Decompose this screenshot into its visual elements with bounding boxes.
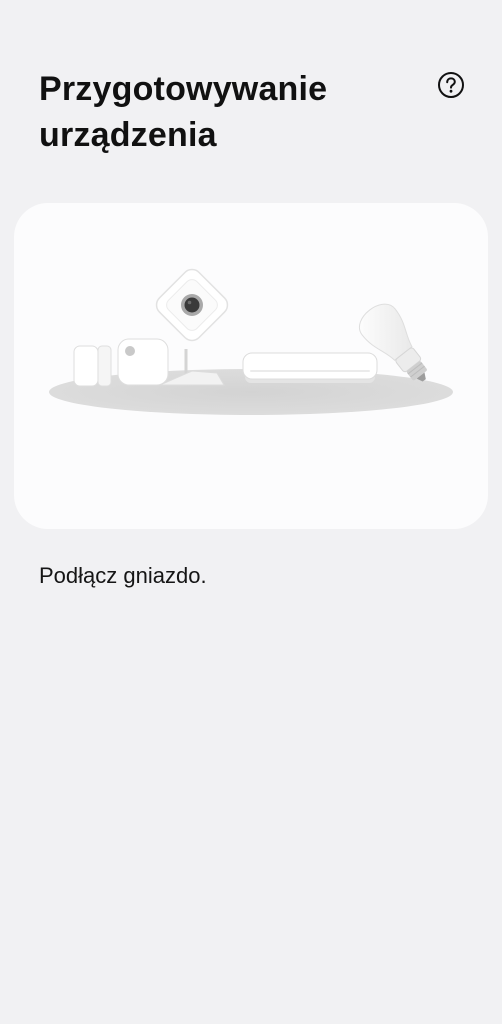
devices-illustration (49, 268, 453, 415)
device-illustration-card (14, 203, 488, 529)
instruction-text: Podłącz gniazdo. (39, 563, 207, 588)
motion-sensor-icon (117, 338, 169, 386)
question-circle-icon (438, 72, 464, 98)
page-title: Przygotowywanie urządzenia (39, 70, 328, 154)
door-sensor-icon (73, 345, 112, 387)
help-button[interactable] (437, 71, 465, 99)
hub-icon (242, 352, 378, 383)
